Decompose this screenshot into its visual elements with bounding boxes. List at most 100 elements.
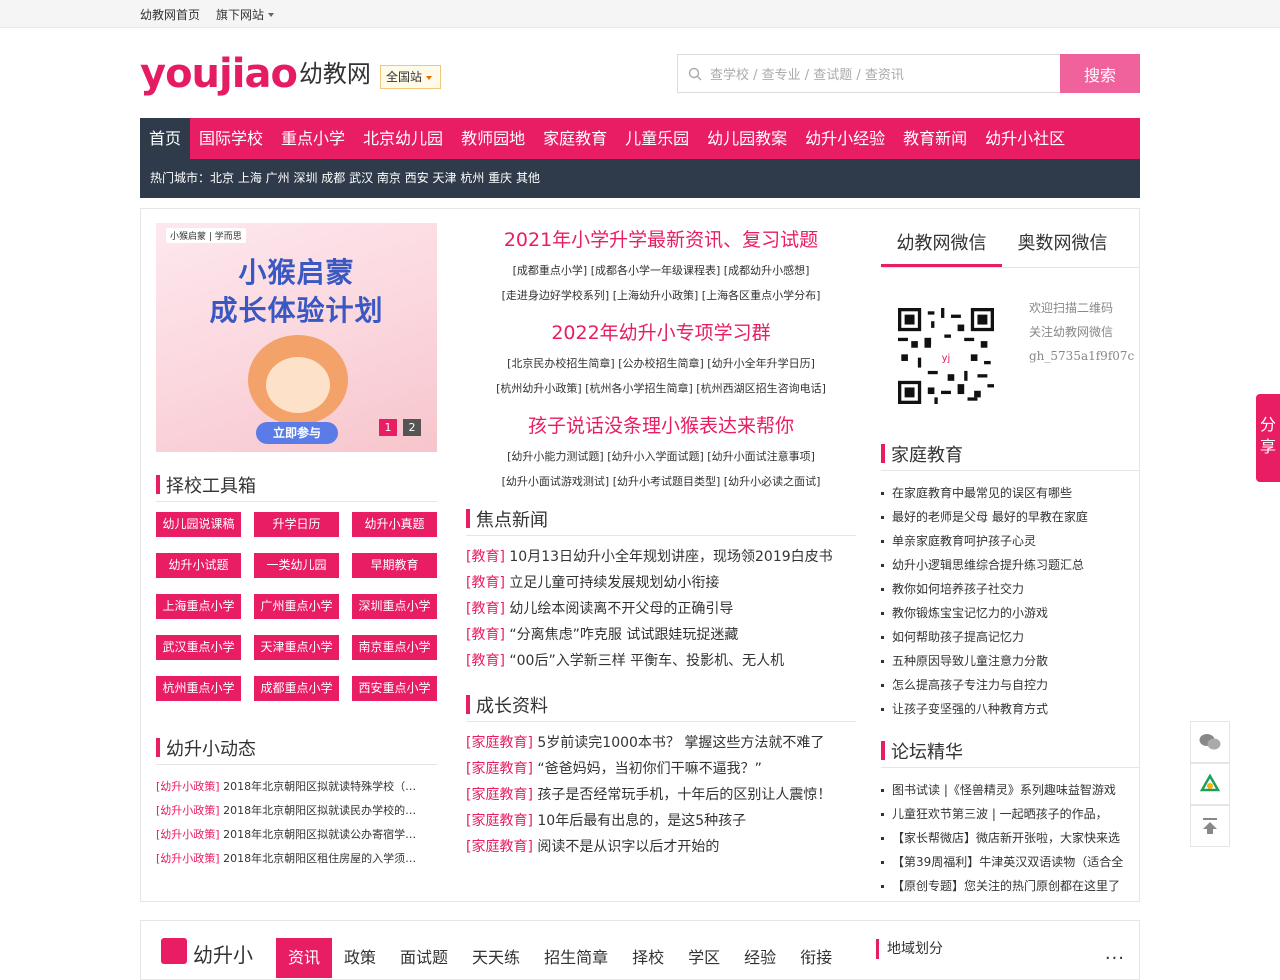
sister-sites-menu[interactable]: 旗下网站 xyxy=(216,6,275,23)
list-item[interactable]: [幼升小政策] 2018年北京朝阳区拟就读特殊学校（… xyxy=(156,775,437,799)
list-item[interactable]: 五种原因导致儿童注意力分散 xyxy=(881,649,1140,673)
tool-button[interactable]: 幼儿园说课稿 xyxy=(156,512,241,537)
list-item[interactable]: 图书试读 |《怪兽精灵》系列趣味益智游戏 xyxy=(881,778,1140,802)
tab-transition[interactable]: 衔接 xyxy=(788,938,844,978)
tool-button[interactable]: 幼升小真题 xyxy=(352,512,437,537)
list-item[interactable]: 【第39周福利】牛津英汉双语读物（适合全 xyxy=(881,850,1140,874)
tool-button[interactable]: 一类幼儿园 xyxy=(254,553,339,578)
headline-2-links-b[interactable]: [杭州幼升小政策] [杭州各小学招生简章] [杭州西湖区招生咨询电话] xyxy=(466,376,856,401)
list-item[interactable]: [教育] “分离焦虑”咋克服 试试跟娃玩捉迷藏 xyxy=(466,622,856,648)
tab-admissions[interactable]: 招生简章 xyxy=(532,938,620,978)
back-to-top-icon[interactable] xyxy=(1190,805,1230,847)
list-item[interactable]: 【家长帮微店】微店新开张啦，大家快来选 xyxy=(881,826,1140,850)
nav-item[interactable]: 北京幼儿园 xyxy=(354,118,452,159)
carousel-dot[interactable]: 1 xyxy=(379,419,397,436)
list-item[interactable]: [教育] 10月13日幼升小全年规划讲座，现场领2019白皮书 xyxy=(466,544,856,570)
search-button[interactable]: 搜索 xyxy=(1060,54,1140,93)
list-item[interactable]: 如何帮助孩子提高记忆力 xyxy=(881,625,1140,649)
item-text: 2018年北京朝阳区拟就读公办寄宿学… xyxy=(223,828,417,841)
headline-1-links-b[interactable]: [走进身边好学校系列] [上海幼升小政策] [上海各区重点小学分布] xyxy=(466,283,856,308)
headline-2[interactable]: 2022年幼升小专项学习群 xyxy=(466,316,856,351)
family-title-text: 家庭教育 xyxy=(891,444,963,466)
tool-button[interactable]: 上海重点小学 xyxy=(156,594,241,619)
nav-item[interactable]: 幼升小经验 xyxy=(796,118,894,159)
more-button[interactable]: ... xyxy=(1105,943,1125,964)
list-item[interactable]: [教育] “00后”入学新三样 平衡车、投影机、无人机 xyxy=(466,648,856,674)
tool-button[interactable]: 幼升小试题 xyxy=(156,553,241,578)
wechat-line-2: 关注幼教网微信 xyxy=(1029,325,1114,339)
list-item[interactable]: 单亲家庭教育呵护孩子心灵 xyxy=(881,529,1140,553)
banner-subtitle: 成长体验计划 xyxy=(209,294,384,327)
headline-3-links-b[interactable]: [幼升小面试游戏测试] [幼升小考试题目类型] [幼升小必读之面试] xyxy=(466,469,856,494)
list-item[interactable]: [幼升小政策] 2018年北京朝阳区租住房屋的入学须… xyxy=(156,847,437,871)
carousel-dot[interactable]: 2 xyxy=(403,419,421,436)
nav-item[interactable]: 国际学校 xyxy=(190,118,272,159)
search-input[interactable]: 查学校 / 查专业 / 查试题 / 查资讯 xyxy=(677,54,1060,93)
tab-school-choice[interactable]: 择校 xyxy=(620,938,676,978)
tool-button[interactable]: 天津重点小学 xyxy=(254,635,339,660)
app-icon[interactable] xyxy=(1190,763,1230,805)
list-item[interactable]: 在家庭教育中最常见的误区有哪些 xyxy=(881,481,1140,505)
home-link[interactable]: 幼教网首页 xyxy=(140,6,200,23)
nav-item[interactable]: 儿童乐园 xyxy=(616,118,698,159)
nav-item[interactable]: 重点小学 xyxy=(272,118,354,159)
list-item[interactable]: 儿童狂欢节第三波 | 一起晒孩子的作品， xyxy=(881,802,1140,826)
list-item[interactable]: [家庭教育] 阅读不是从识字以后才开始的 xyxy=(466,834,856,860)
tab-aoshu-wechat[interactable]: 奥数网微信 xyxy=(1002,223,1123,267)
headline-3[interactable]: 孩子说话没条理小猴表达来帮你 xyxy=(466,409,856,444)
tool-button[interactable]: 升学日历 xyxy=(254,512,339,537)
tab-experience[interactable]: 经验 xyxy=(732,938,788,978)
tab-district[interactable]: 学区 xyxy=(676,938,732,978)
headline-1-links-a[interactable]: [成都重点小学] [成都各小学一年级课程表] [成都幼升小感想] xyxy=(466,258,856,283)
list-item[interactable]: [家庭教育] 10年后最有出息的，是这5种孩子 xyxy=(466,808,856,834)
share-button[interactable]: 分享 xyxy=(1256,394,1280,482)
item-tag: [幼升小政策] xyxy=(156,804,220,817)
tool-button[interactable]: 武汉重点小学 xyxy=(156,635,241,660)
item-tag: [教育] xyxy=(466,549,505,565)
list-item[interactable]: 幼升小逻辑思维综合提升练习题汇总 xyxy=(881,553,1140,577)
promo-banner[interactable]: 小猴启蒙 | 学而思 小猴启蒙 成长体验计划 立即参与 1 2 xyxy=(156,223,437,452)
list-item[interactable]: 让孩子变坚强的八种教育方式 xyxy=(881,697,1140,721)
list-item[interactable]: [幼升小政策] 2018年北京朝阳区拟就读民办学校的… xyxy=(156,799,437,823)
list-item[interactable]: [家庭教育] “爸爸妈妈，当初你们干嘛不逼我？” xyxy=(466,756,856,782)
nav-item[interactable]: 家庭教育 xyxy=(534,118,616,159)
list-item[interactable]: 教你锻炼宝宝记忆力的小游戏 xyxy=(881,601,1140,625)
tool-button[interactable]: 早期教育 xyxy=(352,553,437,578)
tool-button[interactable]: 杭州重点小学 xyxy=(156,676,241,701)
wechat-icon[interactable] xyxy=(1190,721,1230,763)
tab-daily[interactable]: 天天练 xyxy=(460,938,532,978)
list-item[interactable]: [教育] 立足儿童可持续发展规划幼小衔接 xyxy=(466,570,856,596)
headline-2-links-a[interactable]: [北京民办校招生简章] [公办校招生简章] [幼升小全年升学日历] xyxy=(466,351,856,376)
nav-item[interactable]: 幼儿园教案 xyxy=(698,118,796,159)
list-item[interactable]: [教育] 幼儿绘本阅读离不开父母的正确引导 xyxy=(466,596,856,622)
item-tag: [家庭教育] xyxy=(466,787,533,803)
tab-policy[interactable]: 政策 xyxy=(332,938,388,978)
station-selector[interactable]: 全国站 xyxy=(380,65,441,89)
list-item[interactable]: 怎么提高孩子专注力与自控力 xyxy=(881,673,1140,697)
nav-item[interactable]: 首页 xyxy=(140,118,191,159)
list-item[interactable]: [家庭教育] 孩子是否经常玩手机，十年后的区别让人震惊！ xyxy=(466,782,856,808)
site-logo[interactable]: youjiao 幼教网 xyxy=(140,54,371,94)
tool-button[interactable]: 西安重点小学 xyxy=(352,676,437,701)
hot-cities-links[interactable]: 北京 上海 广州 深圳 成都 武汉 南京 西安 天津 杭州 重庆 其他 xyxy=(210,171,540,185)
list-item[interactable]: 【原创专题】您关注的热门原创都在这里了 xyxy=(881,874,1140,898)
item-text: “分离焦虑”咋克服 试试跟娃玩捉迷藏 xyxy=(509,627,739,643)
tool-button[interactable]: 南京重点小学 xyxy=(352,635,437,660)
list-item[interactable]: 最好的老师是父母 最好的早教在家庭 xyxy=(881,505,1140,529)
headline-3-links-a[interactable]: [幼升小能力测试题] [幼升小入学面试题] [幼升小面试注意事项] xyxy=(466,444,856,469)
tool-button[interactable]: 广州重点小学 xyxy=(254,594,339,619)
tools-title: 择校工具箱 xyxy=(156,468,437,502)
tool-button[interactable]: 深圳重点小学 xyxy=(352,594,437,619)
nav-item[interactable]: 幼升小社区 xyxy=(976,118,1074,159)
tab-youjiao-wechat[interactable]: 幼教网微信 xyxy=(881,223,1002,267)
nav-item[interactable]: 教育新闻 xyxy=(894,118,976,159)
nav-item[interactable]: 教师园地 xyxy=(452,118,534,159)
list-item[interactable]: [家庭教育] 5岁前读完1000本书？ 掌握这些方法就不难了 xyxy=(466,730,856,756)
tool-button[interactable]: 成都重点小学 xyxy=(254,676,339,701)
banner-cta-button[interactable]: 立即参与 xyxy=(256,422,338,444)
list-item[interactable]: [幼升小政策] 2018年北京朝阳区拟就读公办寄宿学… xyxy=(156,823,437,847)
headline-1[interactable]: 2021年小学升学最新资讯、复习试题 xyxy=(466,223,856,258)
tab-news[interactable]: 资讯 xyxy=(276,938,333,978)
tab-interview[interactable]: 面试题 xyxy=(388,938,460,978)
list-item[interactable]: 教你如何培养孩子社交力 xyxy=(881,577,1140,601)
